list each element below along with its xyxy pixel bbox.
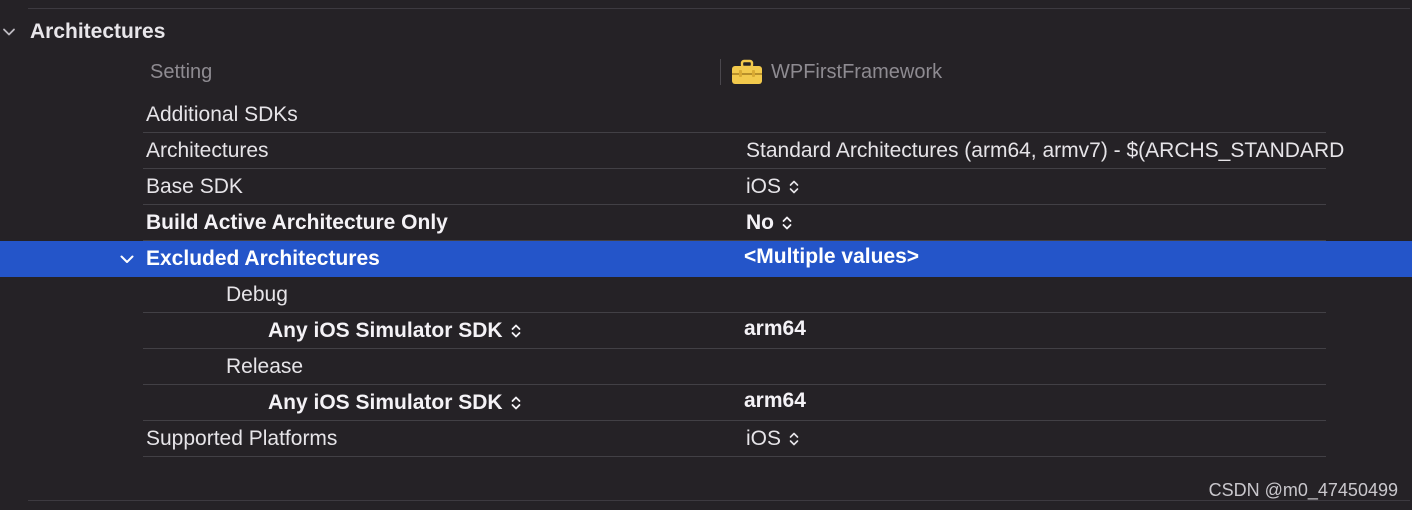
sdk-condition: Any iOS Simulator SDK (268, 319, 503, 342)
setting-name: Architectures (146, 139, 269, 162)
setting-value: iOS (746, 427, 782, 450)
setting-value[interactable]: <Multiple values> (744, 239, 919, 275)
setting-name: Excluded Architectures (146, 247, 380, 270)
column-header: Setting WPFirstFramework (143, 52, 1326, 96)
column-divider (720, 59, 721, 85)
table-row[interactable]: Release (0, 349, 1412, 385)
top-divider (28, 8, 1410, 9)
chevron-down-icon[interactable] (0, 18, 24, 46)
configuration-name: Debug (226, 283, 288, 306)
setting-value: No (746, 211, 774, 234)
setting-column-label: Setting (150, 60, 213, 83)
section-title: Architectures (30, 20, 166, 43)
configuration-name: Release (226, 355, 304, 378)
watermark-text: CSDN @m0_47450499 (1208, 480, 1398, 500)
up-down-stepper-icon (789, 432, 799, 446)
up-down-stepper-icon (511, 324, 520, 338)
bottom-divider (28, 500, 1410, 501)
sdk-condition-popup[interactable]: Any iOS Simulator SDK (268, 313, 522, 349)
setting-value[interactable]: arm64 (744, 383, 806, 419)
table-row[interactable]: Any iOS Simulator SDK arm64 (0, 385, 1412, 421)
sdk-condition-popup[interactable]: Any iOS Simulator SDK (268, 385, 522, 421)
setting-name: Additional SDKs (146, 103, 298, 126)
setting-name: Build Active Architecture Only (146, 211, 448, 234)
chevron-down-icon[interactable] (118, 250, 136, 268)
settings-table: Additional SDKs Architectures Standard A… (0, 97, 1412, 457)
setting-name: Supported Platforms (146, 427, 338, 450)
up-down-stepper-icon (782, 216, 792, 230)
build-settings-panel: Architectures Setting WPFirstFramework A… (0, 0, 1412, 510)
table-row[interactable]: Architectures Standard Architectures (ar… (0, 133, 1412, 169)
table-row[interactable]: Base SDK iOS (0, 169, 1412, 205)
sdk-condition: Any iOS Simulator SDK (268, 391, 503, 414)
section-header[interactable]: Architectures (0, 18, 165, 46)
toolbox-icon (732, 59, 762, 84)
up-down-stepper-icon (789, 180, 799, 194)
table-row-selected[interactable]: Excluded Architectures <Multiple values> (0, 241, 1412, 277)
row-divider (143, 456, 1326, 457)
target-name: WPFirstFramework (771, 60, 943, 83)
setting-value[interactable]: arm64 (744, 311, 806, 347)
table-row[interactable]: Supported Platforms iOS (0, 421, 1412, 457)
setting-value: iOS (746, 175, 782, 198)
setting-value-popup[interactable]: iOS (746, 169, 800, 205)
setting-value-popup[interactable]: No (746, 205, 793, 241)
table-row[interactable]: Additional SDKs (0, 97, 1412, 133)
table-row[interactable]: Build Active Architecture Only No (0, 205, 1412, 241)
target-column[interactable]: WPFirstFramework (731, 52, 942, 92)
setting-value[interactable]: Standard Architectures (arm64, armv7) - … (746, 133, 1344, 169)
table-row[interactable]: Any iOS Simulator SDK arm64 (0, 313, 1412, 349)
up-down-stepper-icon (511, 396, 520, 410)
setting-name: Base SDK (146, 175, 243, 198)
table-row[interactable]: Debug (0, 277, 1412, 313)
setting-value-popup[interactable]: iOS (746, 421, 800, 457)
